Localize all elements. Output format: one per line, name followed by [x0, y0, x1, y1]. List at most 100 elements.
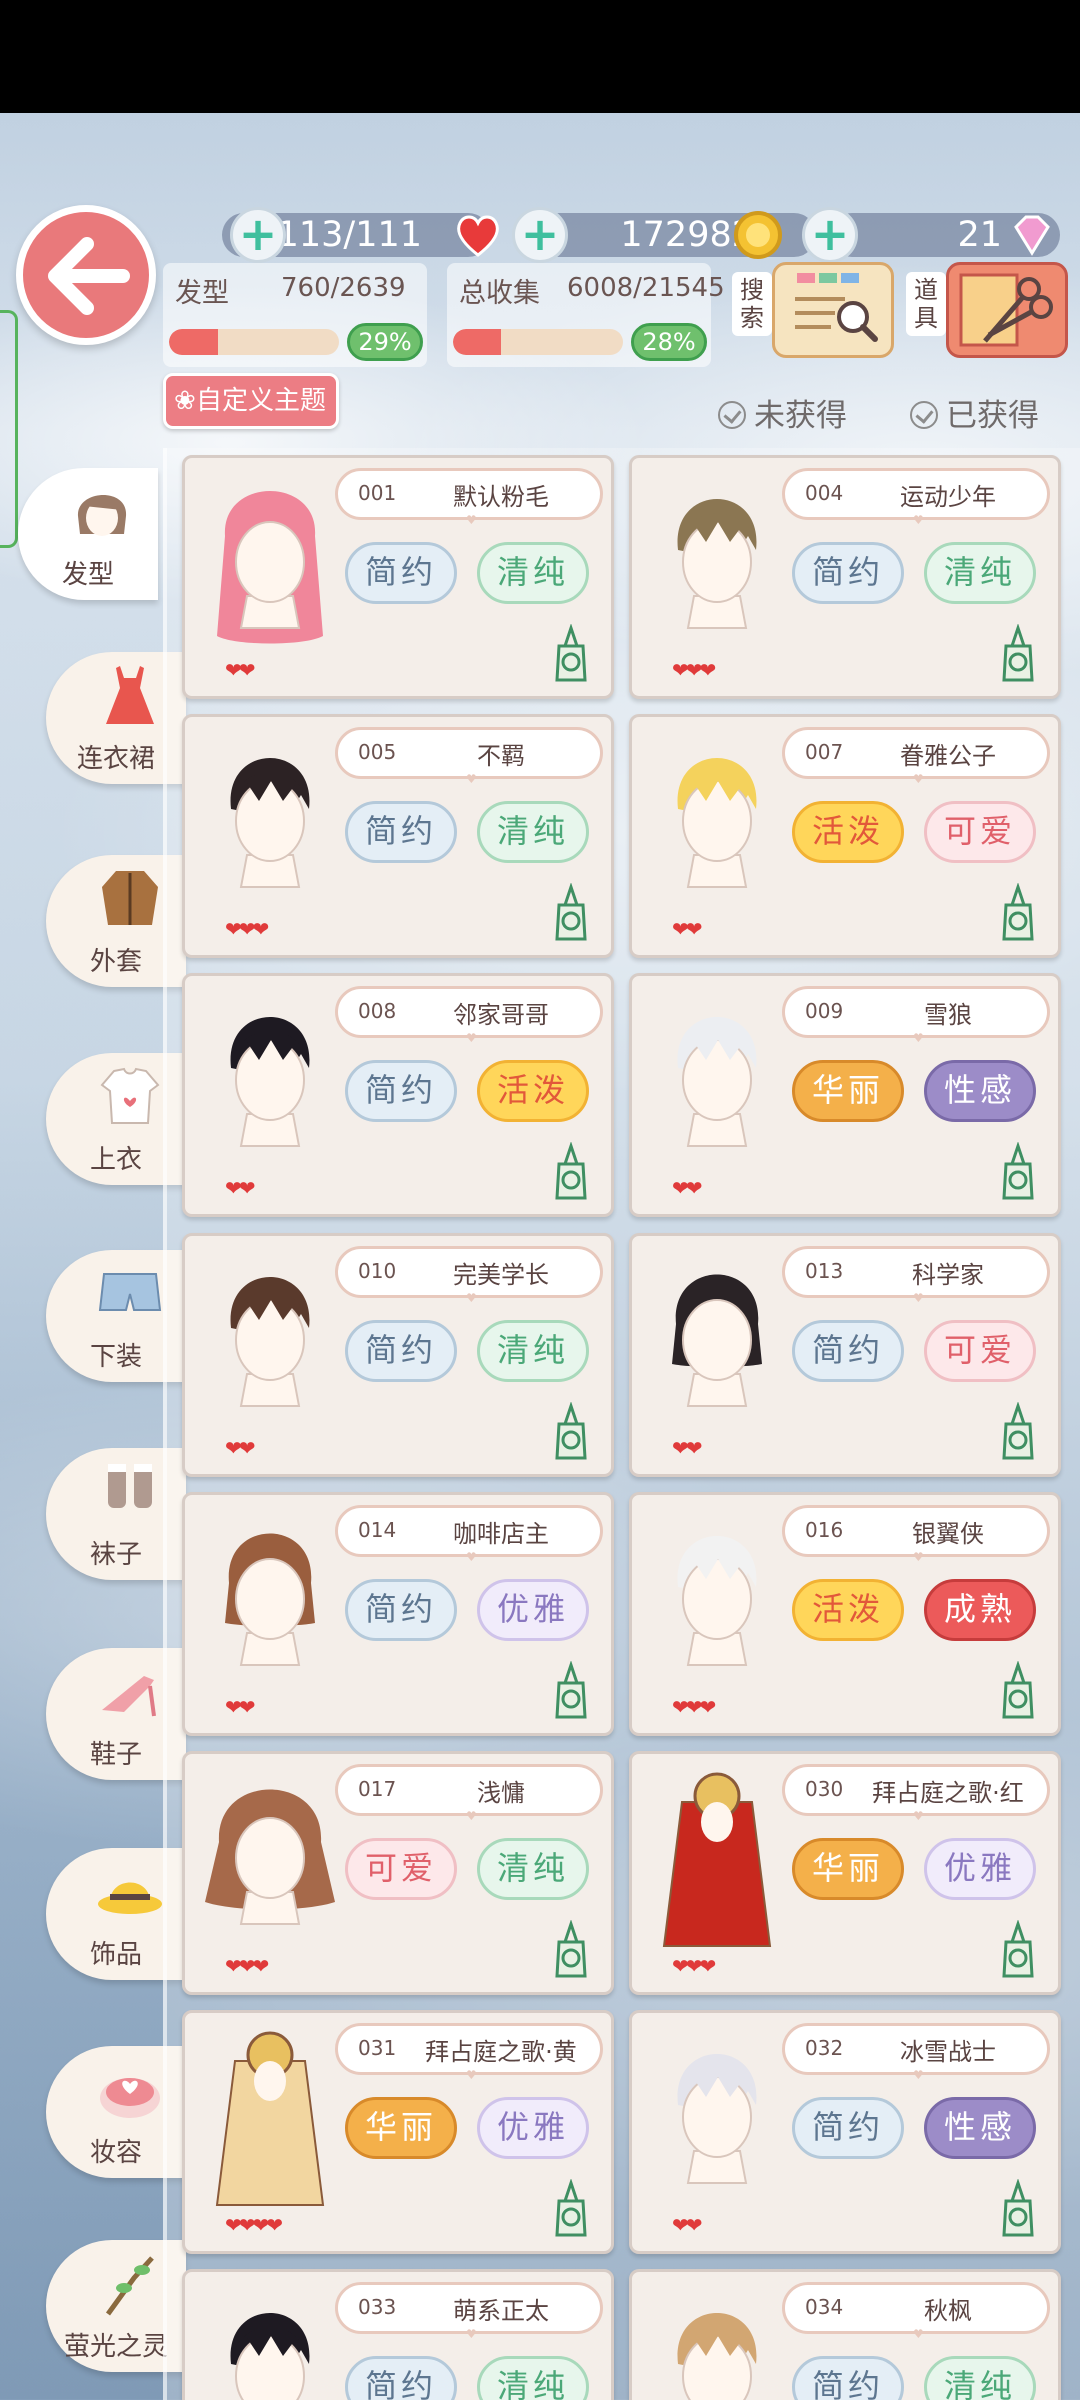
- hairstyle-progress-bar: [169, 329, 339, 355]
- hat-icon: [94, 1856, 166, 1928]
- style-tag: 简约: [792, 2097, 904, 2159]
- hairstyle-progress: 发型 760/2639 29%: [163, 263, 427, 367]
- custom-theme-button[interactable]: ❀自定义主题: [163, 373, 339, 429]
- style-tag: 可爱: [924, 801, 1036, 863]
- dye-bottle-icon[interactable]: [998, 1141, 1038, 1202]
- item-name: 不羁: [477, 742, 525, 770]
- dye-bottle-icon[interactable]: [551, 2178, 591, 2239]
- hairstyle-percent-badge: 29%: [347, 323, 423, 361]
- diamonds-value: 21: [957, 215, 1002, 255]
- total-progress-bar: [453, 329, 623, 355]
- item-card[interactable]: 008 邻家哥哥 ♥ 简约 活泼 ❤❤: [182, 973, 614, 1217]
- filter-obtained[interactable]: 已获得: [910, 390, 1039, 435]
- item-card[interactable]: 009 雪狼 ♥ 华丽 性感 ❤❤: [629, 973, 1061, 1217]
- plate-ribbon-icon: ♥: [466, 2327, 477, 2341]
- item-id: 016: [805, 1518, 844, 1542]
- props-card: [946, 262, 1068, 358]
- search-label: 搜索: [732, 272, 772, 336]
- item-card[interactable]: 014 咖啡店主 ♥ 简约 优雅 ❤❤: [182, 1492, 614, 1736]
- plate-ribbon-icon: ♥: [466, 513, 477, 527]
- item-id: 010: [358, 1259, 397, 1283]
- item-name-plate: 030 拜占庭之歌·红 ♥: [782, 1764, 1050, 1823]
- hairstyle-progress-fill: [169, 329, 219, 355]
- shorts-icon: [94, 1258, 166, 1330]
- item-card[interactable]: 016 银翼侠 ♥ 活泼 成熟 ❤❤❤: [629, 1492, 1061, 1736]
- item-name-plate: 033 萌系正太 ♥: [335, 2282, 603, 2341]
- add-gold-button[interactable]: +: [512, 207, 568, 263]
- item-name-plate: 009 雪狼 ♥: [782, 986, 1050, 1045]
- item-name: 咖啡店主: [453, 1520, 549, 1548]
- dye-bottle-icon[interactable]: [998, 1660, 1038, 1721]
- socks-icon: [94, 1456, 166, 1528]
- item-name: 秋枫: [924, 2297, 972, 2325]
- item-card[interactable]: 005 不羁 ♥ 简约 清纯 ❤❤❤: [182, 714, 614, 958]
- item-card[interactable]: 031 拜占庭之歌·黄 ♥ 华丽 优雅 ❤❤❤❤: [182, 2010, 614, 2254]
- item-card[interactable]: 013 科学家 ♥ 简约 可爱 ❤❤: [629, 1233, 1061, 1477]
- hairstyle-preview: [195, 984, 345, 1174]
- shoes-icon: [94, 1656, 166, 1728]
- dye-bottle-icon[interactable]: [551, 882, 591, 943]
- props-label: 道具: [906, 272, 946, 336]
- back-button[interactable]: [16, 205, 156, 345]
- item-name: 完美学长: [453, 1261, 549, 1289]
- item-id: 005: [358, 740, 397, 764]
- add-hearts-button[interactable]: +: [230, 207, 286, 263]
- dye-bottle-icon[interactable]: [551, 623, 591, 684]
- style-tag: 简约: [345, 801, 457, 863]
- item-card[interactable]: 017 浅慵 ♥ 可爱 清纯 ❤❤❤: [182, 1751, 614, 1995]
- plate-ribbon-icon: ♥: [913, 2327, 924, 2341]
- branch-icon: [94, 2248, 166, 2320]
- magnifier-icon: [795, 273, 878, 342]
- rarity-hearts: ❤❤: [672, 1436, 702, 1460]
- rarity-hearts: ❤❤❤: [672, 1695, 716, 1719]
- item-name-plate: 005 不羁 ♥: [335, 727, 603, 786]
- filter-not-obtained[interactable]: 未获得: [718, 390, 847, 435]
- item-id: 009: [805, 999, 844, 1023]
- item-name-plate: 010 完美学长 ♥: [335, 1246, 603, 1305]
- currency-bar: 113/111 + 172982 + 21 +: [190, 207, 1060, 263]
- add-diamonds-button[interactable]: +: [802, 207, 858, 263]
- sidebar-item-0[interactable]: 发型: [18, 468, 158, 600]
- item-list: 001 默认粉毛 ♥ 简约 清纯 ❤❤ 004 运动少年 ♥ 简约 清纯 ❤❤❤ 005 不羁 ♥ 简约清…: [163, 448, 1080, 2400]
- item-id: 032: [805, 2036, 844, 2060]
- plate-ribbon-icon: ♥: [913, 772, 924, 786]
- rarity-hearts: ❤❤❤: [225, 1954, 269, 1978]
- item-card[interactable]: 032 冰雪战士 ♥ 简约 性感 ❤❤: [629, 2010, 1061, 2254]
- style-tag: 华丽: [345, 2097, 457, 2159]
- dye-bottle-icon[interactable]: [998, 1919, 1038, 1980]
- style-tag: 清纯: [477, 1320, 589, 1382]
- search-button[interactable]: 搜索: [732, 262, 894, 366]
- dye-bottle-icon[interactable]: [551, 1660, 591, 1721]
- style-tag: 华丽: [792, 1838, 904, 1900]
- status-bar: [0, 0, 1080, 113]
- item-card[interactable]: 004 运动少年 ♥ 简约 清纯 ❤❤❤: [629, 455, 1061, 699]
- shirt-icon: [94, 1061, 166, 1133]
- rarity-hearts: ❤❤: [672, 2213, 702, 2237]
- item-card[interactable]: 030 拜占庭之歌·红 ♥ 华丽 优雅 ❤❤❤: [629, 1751, 1061, 1995]
- gold-coin-icon: [734, 211, 782, 259]
- arrow-left-icon: [48, 237, 130, 315]
- filter-not-obtained-label: 未获得: [754, 398, 847, 434]
- item-card[interactable]: 034 秋枫 ♥ 简约 清纯: [629, 2269, 1061, 2400]
- hairstyle-preview: [195, 1762, 345, 1952]
- item-name-plate: 034 秋枫 ♥: [782, 2282, 1050, 2341]
- total-progress-fill: [453, 329, 501, 355]
- item-card[interactable]: 010 完美学长 ♥ 简约 清纯 ❤❤: [182, 1233, 614, 1477]
- dye-bottle-icon[interactable]: [551, 1401, 591, 1462]
- dye-bottle-icon[interactable]: [551, 1919, 591, 1980]
- style-tag: 清纯: [924, 2356, 1036, 2400]
- dye-bottle-icon[interactable]: [998, 1401, 1038, 1462]
- plate-ribbon-icon: ♥: [466, 1031, 477, 1045]
- style-tag: 可爱: [345, 1838, 457, 1900]
- dye-bottle-icon[interactable]: [551, 1141, 591, 1202]
- item-name-plate: 008 邻家哥哥 ♥: [335, 986, 603, 1045]
- item-card[interactable]: 033 萌系正太 ♥ 简约 清纯: [182, 2269, 614, 2400]
- dye-bottle-icon[interactable]: [998, 623, 1038, 684]
- plate-ribbon-icon: ♥: [466, 772, 477, 786]
- hairstyle-preview: [195, 1503, 345, 1693]
- dye-bottle-icon[interactable]: [998, 2178, 1038, 2239]
- props-button[interactable]: 道具: [906, 262, 1068, 366]
- item-card[interactable]: 007 眷雅公子 ♥ 活泼 可爱 ❤❤: [629, 714, 1061, 958]
- dye-bottle-icon[interactable]: [998, 882, 1038, 943]
- item-card[interactable]: 001 默认粉毛 ♥ 简约 清纯 ❤❤: [182, 455, 614, 699]
